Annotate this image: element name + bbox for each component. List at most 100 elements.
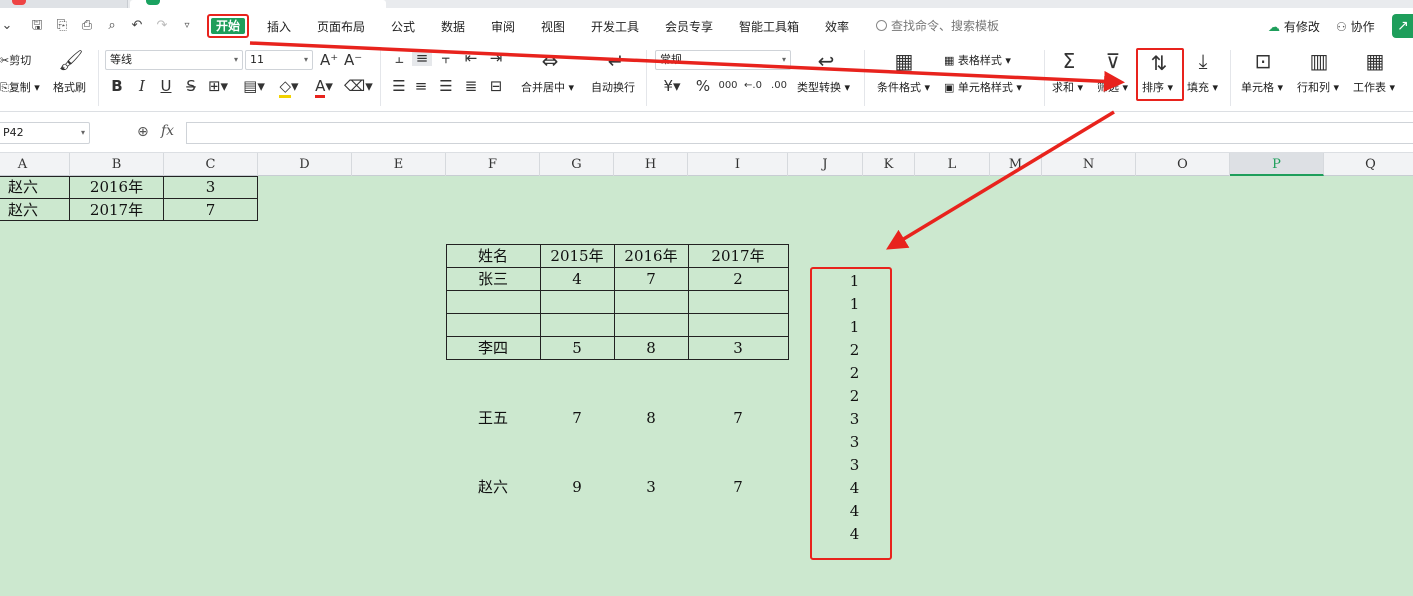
fill-button[interactable]: 填充 ▾ — [1187, 79, 1218, 95]
print-icon[interactable]: ⎙ — [80, 19, 94, 33]
table-cell[interactable]: 5 — [540, 337, 614, 359]
filter-button[interactable]: 筛选 ▾ — [1097, 79, 1128, 95]
table-cell[interactable]: 8 — [614, 337, 688, 359]
copy-button[interactable]: ⎘复制 ▾ — [0, 79, 40, 95]
decrease-font-icon[interactable]: A⁻ — [344, 52, 362, 68]
tab-insert[interactable]: 插入 — [267, 18, 291, 36]
column-header-g[interactable]: G — [540, 153, 614, 176]
tab-page-layout[interactable]: 页面布局 — [317, 18, 365, 36]
cell-a2[interactable]: 赵六 — [0, 199, 46, 221]
fill-pattern-icon[interactable]: ▤▾ — [243, 78, 265, 94]
tab-formulas[interactable]: 公式 — [391, 18, 415, 36]
sort-button[interactable]: 排序 ▾ — [1142, 79, 1173, 95]
align-left-icon[interactable]: ☰ — [390, 78, 408, 94]
insert-function-button[interactable]: fx — [161, 123, 174, 139]
chevron-down-icon[interactable]: ⌄ — [0, 19, 14, 33]
document-tab-spreadsheet[interactable] — [130, 0, 386, 8]
align-center-icon[interactable]: ≡ — [412, 78, 430, 94]
tab-view[interactable]: 视图 — [541, 18, 565, 36]
number-format-select[interactable]: 常规 ▾ — [655, 50, 791, 70]
column-header-f[interactable]: F — [446, 153, 540, 176]
column-header-k[interactable]: K — [863, 153, 915, 176]
formula-input[interactable] — [186, 122, 1413, 144]
wrap-text-button[interactable]: 自动换行 — [591, 79, 635, 95]
border-icon[interactable]: ⊞▾ — [207, 78, 229, 94]
increase-font-icon[interactable]: A⁺ — [320, 52, 338, 68]
export-icon[interactable]: ⎘ — [55, 19, 69, 33]
cell-style-button[interactable]: ▣ 单元格样式 ▾ — [944, 79, 1022, 95]
cell-button[interactable]: 单元格 ▾ — [1241, 79, 1283, 95]
currency-icon[interactable]: ¥▾ — [660, 78, 684, 94]
customize-toolbar-icon[interactable]: ▿ — [180, 19, 194, 33]
table-cell[interactable]: 8 — [614, 407, 688, 429]
percent-icon[interactable]: % — [694, 78, 712, 94]
cell-c2[interactable]: 7 — [164, 199, 257, 221]
table-cell[interactable]: 赵六 — [446, 476, 540, 498]
table-header-2015[interactable]: 2015年 — [540, 245, 614, 267]
column-header-q[interactable]: Q — [1324, 153, 1413, 176]
document-tab-pdf[interactable] — [0, 0, 128, 8]
align-top-icon[interactable]: ⫠ — [390, 50, 408, 66]
cell-b1[interactable]: 2016年 — [70, 176, 163, 198]
bold-button[interactable]: B — [108, 78, 126, 94]
column-header-o[interactable]: O — [1136, 153, 1230, 176]
rows-columns-button[interactable]: 行和列 ▾ — [1297, 79, 1339, 95]
italic-button[interactable]: I — [133, 78, 151, 94]
fill-color-icon[interactable]: ◇▾ — [276, 77, 302, 98]
table-header-name[interactable]: 姓名 — [446, 245, 540, 267]
cell-c1[interactable]: 3 — [164, 176, 257, 198]
column-header-p[interactable]: P — [1230, 153, 1324, 176]
justify-icon[interactable]: ≣ — [462, 78, 480, 94]
column-header-c[interactable]: C — [164, 153, 258, 176]
table-cell[interactable]: 4 — [540, 268, 614, 290]
worksheet-button[interactable]: 工作表 ▾ — [1353, 79, 1395, 95]
font-color-icon[interactable]: A▾ — [311, 77, 337, 98]
tab-efficiency[interactable]: 效率 — [825, 18, 849, 36]
tab-smart-toolbox[interactable]: 智能工具箱 — [739, 18, 799, 36]
table-cell[interactable]: 7 — [614, 268, 688, 290]
font-size-select[interactable]: 11 ▾ — [245, 50, 313, 70]
print-preview-icon[interactable]: ⌕ — [105, 19, 119, 33]
align-right-icon[interactable]: ☰ — [437, 78, 455, 94]
table-style-button[interactable]: ▦ 表格样式 ▾ — [944, 52, 1011, 68]
worksheet-grid[interactable]: 赵六 2016年 3 赵六 2017年 7 姓名 2015年 2016年 201… — [0, 176, 1413, 596]
redo-icon[interactable]: ↷ — [155, 19, 169, 33]
save-icon[interactable]: 🖫 — [30, 19, 44, 33]
table-cell[interactable]: 张三 — [446, 268, 540, 290]
conditional-format-button[interactable]: 条件格式 ▾ — [877, 79, 930, 95]
table-cell[interactable]: 李四 — [446, 337, 540, 359]
name-box[interactable]: P42 ▾ — [0, 122, 90, 144]
tab-member[interactable]: 会员专享 — [665, 18, 713, 36]
table-cell[interactable]: 2 — [688, 268, 788, 290]
table-header-2016[interactable]: 2016年 — [614, 245, 688, 267]
decrease-decimal-icon[interactable]: .00 — [768, 78, 790, 94]
column-header-h[interactable]: H — [614, 153, 688, 176]
distributed-icon[interactable]: ⊟ — [487, 78, 505, 94]
table-header-2017[interactable]: 2017年 — [688, 245, 788, 267]
tab-start[interactable]: 开始 — [207, 14, 249, 38]
table-cell[interactable]: 9 — [540, 476, 614, 498]
tab-developer[interactable]: 开发工具 — [591, 18, 639, 36]
share-button[interactable]: ↗ — [1392, 14, 1413, 38]
increase-decimal-icon[interactable]: ←.0 — [742, 78, 764, 94]
table-cell[interactable]: 王五 — [446, 407, 540, 429]
tab-review[interactable]: 审阅 — [491, 18, 515, 36]
underline-button[interactable]: U — [157, 78, 175, 94]
column-header-i[interactable]: I — [688, 153, 788, 176]
increase-indent-icon[interactable]: ⇥ — [487, 50, 505, 66]
decrease-indent-icon[interactable]: ⇤ — [462, 50, 480, 66]
undo-icon[interactable]: ↶ — [130, 19, 144, 33]
table-cell[interactable]: 3 — [614, 476, 688, 498]
column-header-b[interactable]: B — [70, 153, 164, 176]
merge-center-button[interactable]: 合并居中 ▾ — [521, 79, 574, 95]
modified-status[interactable]: ☁ 有修改 — [1268, 18, 1320, 36]
cut-button[interactable]: ✂剪切 — [0, 52, 31, 68]
column-header-d[interactable]: D — [258, 153, 352, 176]
clear-format-icon[interactable]: ⌫▾ — [344, 78, 373, 94]
table-cell[interactable]: 7 — [688, 407, 788, 429]
column-header-l[interactable]: L — [915, 153, 990, 176]
table-cell[interactable]: 3 — [688, 337, 788, 359]
tab-data[interactable]: 数据 — [441, 18, 465, 36]
align-middle-icon[interactable]: ≡ — [412, 50, 432, 66]
command-search[interactable]: 查找命令、搜索模板 — [876, 17, 999, 35]
